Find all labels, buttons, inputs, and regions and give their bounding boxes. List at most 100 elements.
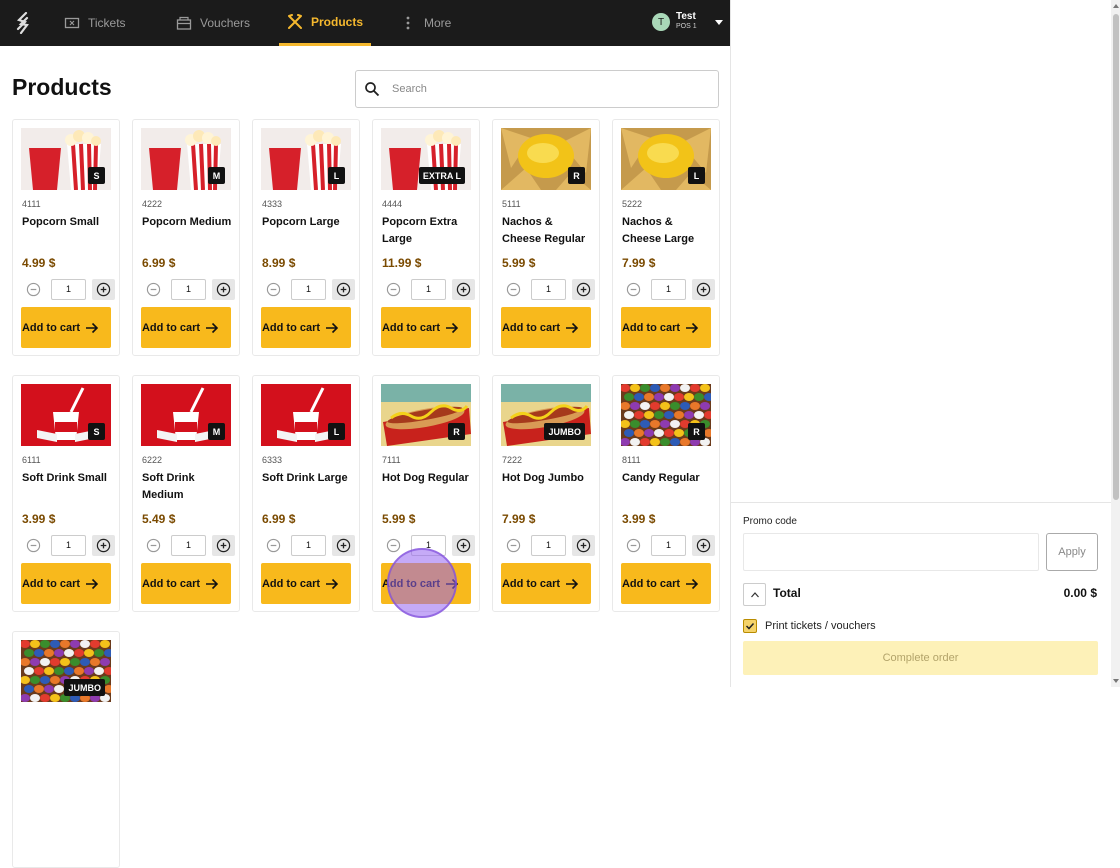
product-card: L 6333 Soft Drink Large 6.99 $ 1 Add to cart [252, 375, 360, 612]
scrollbar[interactable] [1111, 0, 1120, 687]
product-image[interactable]: R [621, 384, 711, 446]
cart-panel: Promo code Apply Total 0.00 $ Print tick… [730, 0, 1120, 687]
increase-quantity-button[interactable] [692, 279, 715, 300]
quantity-input[interactable]: 1 [651, 279, 686, 300]
product-image[interactable]: JUMBO [501, 384, 591, 446]
increase-quantity-button[interactable] [92, 279, 115, 300]
plus-icon [96, 538, 111, 553]
apply-button[interactable]: Apply [1046, 533, 1098, 571]
add-to-cart-button[interactable]: Add to cart [21, 563, 111, 604]
increase-quantity-button[interactable] [332, 535, 355, 556]
decrease-quantity-button[interactable] [382, 535, 405, 556]
product-image[interactable]: R [501, 128, 591, 190]
increase-quantity-button[interactable] [92, 535, 115, 556]
nav-tickets[interactable]: Tickets [64, 0, 126, 46]
decrease-quantity-button[interactable] [262, 535, 285, 556]
quantity-input[interactable]: 1 [171, 535, 206, 556]
plus-icon [336, 538, 351, 553]
quantity-input[interactable]: 1 [291, 535, 326, 556]
search-box[interactable] [355, 70, 719, 108]
decrease-quantity-button[interactable] [142, 279, 165, 300]
expand-total-button[interactable] [743, 583, 766, 606]
nav-more[interactable]: More [400, 0, 451, 46]
increase-quantity-button[interactable] [452, 279, 475, 300]
product-image[interactable]: S [21, 128, 111, 190]
decrease-quantity-button[interactable] [382, 279, 405, 300]
print-option[interactable]: Print tickets / vouchers [743, 619, 876, 633]
decrease-quantity-button[interactable] [502, 279, 525, 300]
product-image[interactable]: L [621, 128, 711, 190]
increase-quantity-button[interactable] [572, 279, 595, 300]
product-image[interactable]: EXTRA L [381, 128, 471, 190]
add-to-cart-button[interactable]: Add to cart [141, 563, 231, 604]
add-to-cart-button[interactable]: Add to cart [621, 563, 711, 604]
product-image[interactable]: L [261, 128, 351, 190]
quantity-input[interactable]: 1 [651, 535, 686, 556]
add-to-cart-button[interactable]: Add to cart [501, 563, 591, 604]
minus-icon [626, 282, 641, 297]
product-image[interactable]: L [261, 384, 351, 446]
decrease-quantity-button[interactable] [502, 535, 525, 556]
scroll-up-icon[interactable] [1113, 4, 1119, 8]
scroll-down-icon[interactable] [1113, 679, 1119, 683]
quantity-input[interactable]: 1 [531, 279, 566, 300]
decrease-quantity-button[interactable] [262, 279, 285, 300]
quantity-input[interactable]: 1 [51, 279, 86, 300]
decrease-quantity-button[interactable] [22, 535, 45, 556]
decrease-quantity-button[interactable] [142, 535, 165, 556]
complete-order-button[interactable]: Complete order [743, 641, 1098, 675]
print-checkbox[interactable] [743, 619, 757, 633]
product-code: 6222 [142, 455, 163, 465]
quantity-input[interactable]: 1 [171, 279, 206, 300]
add-to-cart-button[interactable]: Add to cart [501, 307, 591, 348]
add-to-cart-button[interactable]: Add to cart [621, 307, 711, 348]
promo-code-input[interactable] [743, 533, 1039, 571]
add-to-cart-button[interactable]: Add to cart [141, 307, 231, 348]
product-image[interactable]: M [141, 384, 231, 446]
increase-quantity-button[interactable] [692, 535, 715, 556]
size-badge: L [688, 167, 705, 184]
product-price: 3.99 $ [22, 512, 56, 526]
product-image[interactable]: R [381, 384, 471, 446]
product-image[interactable]: JUMBO [21, 640, 111, 702]
increase-quantity-button[interactable] [332, 279, 355, 300]
product-code: 7222 [502, 455, 523, 465]
product-name: Soft Drink Medium [142, 472, 195, 501]
search-input[interactable] [392, 83, 692, 95]
user-name: Test [676, 11, 696, 22]
increase-quantity-button[interactable] [212, 279, 235, 300]
add-to-cart-button[interactable]: Add to cart [21, 307, 111, 348]
scroll-thumb[interactable] [1113, 14, 1119, 500]
avatar: T [652, 13, 670, 31]
total-label: Total [773, 586, 801, 600]
quantity-input[interactable]: 1 [531, 535, 566, 556]
minus-icon [146, 538, 161, 553]
add-to-cart-button[interactable]: Add to cart [381, 563, 471, 604]
decrease-quantity-button[interactable] [622, 279, 645, 300]
quantity-input[interactable]: 1 [411, 535, 446, 556]
nav-vouchers[interactable]: Vouchers [176, 0, 250, 46]
decrease-quantity-button[interactable] [622, 535, 645, 556]
quantity-input[interactable]: 1 [51, 535, 86, 556]
add-to-cart-button[interactable]: Add to cart [261, 307, 351, 348]
nav-products[interactable]: Products [279, 0, 371, 46]
arrow-right-icon [566, 322, 579, 333]
quantity-input[interactable]: 1 [291, 279, 326, 300]
increase-quantity-button[interactable] [572, 535, 595, 556]
increase-quantity-button[interactable] [212, 535, 235, 556]
add-to-cart-button[interactable]: Add to cart [261, 563, 351, 604]
chevron-up-icon [750, 591, 759, 597]
size-badge: L [328, 423, 345, 440]
product-image[interactable]: M [141, 128, 231, 190]
user-menu[interactable]: T Test POS 1 [652, 12, 723, 32]
minus-icon [386, 538, 401, 553]
logo-icon[interactable] [14, 12, 32, 34]
decrease-quantity-button[interactable] [22, 279, 45, 300]
quantity-input[interactable]: 1 [411, 279, 446, 300]
product-price: 5.99 $ [382, 512, 416, 526]
add-to-cart-button[interactable]: Add to cart [381, 307, 471, 348]
quantity-stepper: 1 [382, 279, 475, 300]
product-image[interactable]: S [21, 384, 111, 446]
arrow-right-icon [206, 578, 219, 589]
increase-quantity-button[interactable] [452, 535, 475, 556]
